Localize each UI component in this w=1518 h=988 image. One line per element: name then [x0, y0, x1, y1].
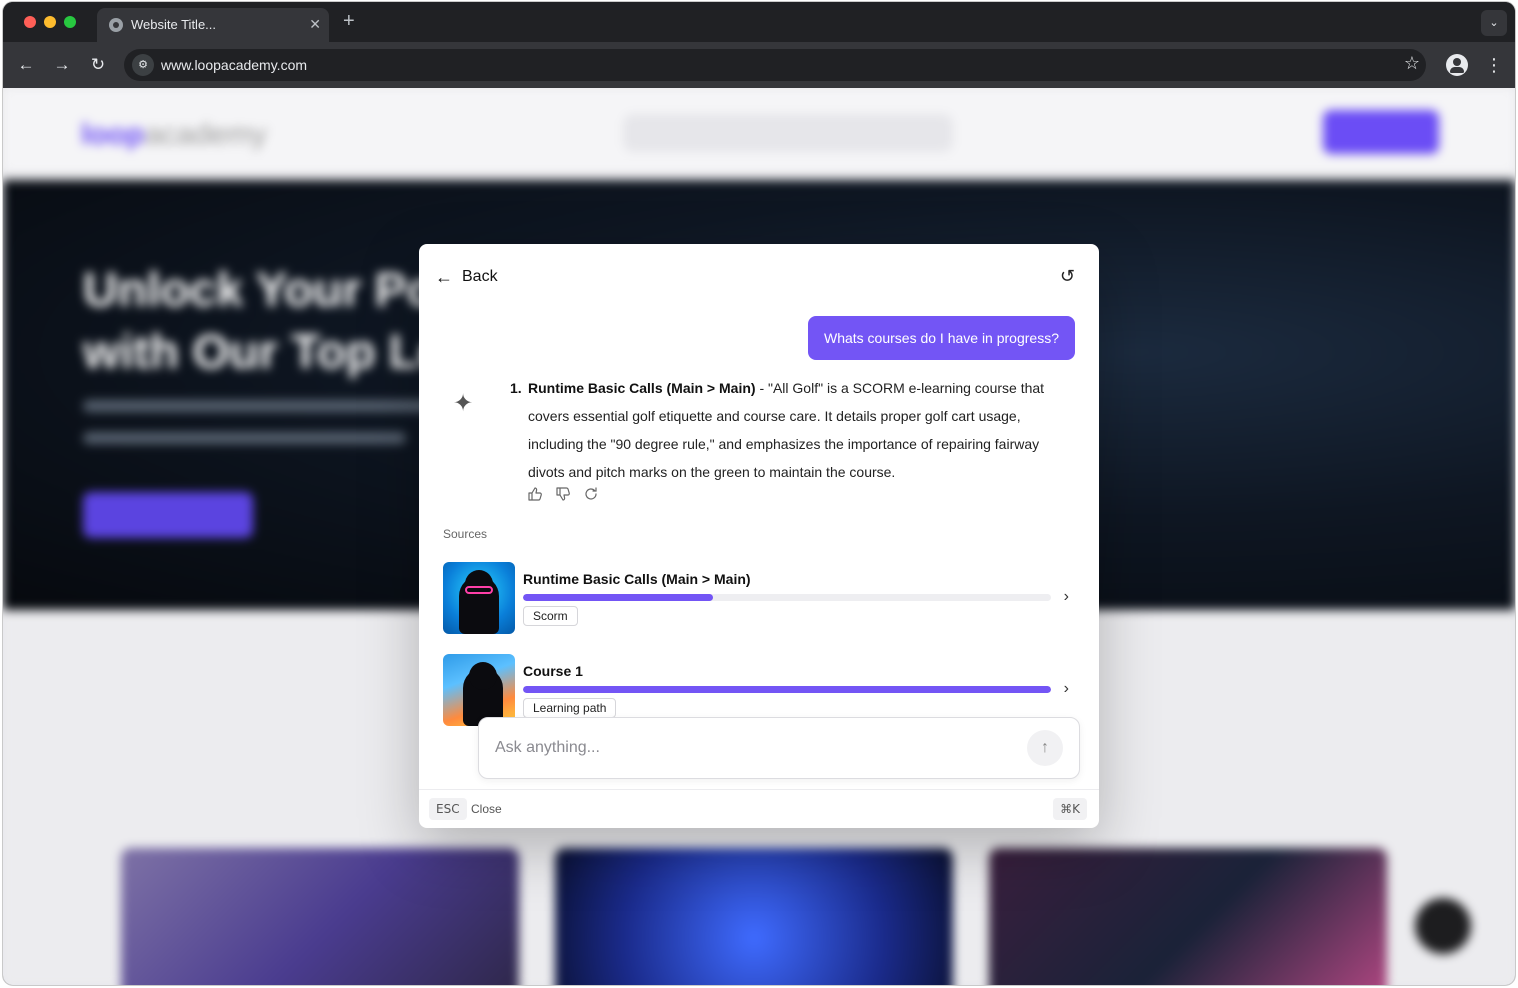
- tab-strip: Website Title... ✕ + ⌄: [3, 2, 1515, 42]
- sparkle-icon: ✦: [453, 390, 474, 417]
- course-thumbnail: [443, 562, 515, 634]
- site-header: loop academy: [3, 88, 1515, 172]
- answer-list-number: 1.: [510, 380, 522, 396]
- hero-title-line-2: with Our Top Le: [83, 326, 445, 379]
- chevron-right-icon[interactable]: ›: [1064, 680, 1069, 698]
- hero-title-line-1: Unlock Your Pot: [83, 264, 452, 317]
- send-arrow-icon[interactable]: ↑: [1027, 730, 1063, 766]
- progress-fill: [523, 686, 1051, 693]
- profile-avatar-icon[interactable]: [1446, 54, 1468, 76]
- new-tab-button[interactable]: +: [343, 11, 355, 31]
- chevron-right-icon[interactable]: ›: [1064, 588, 1069, 606]
- hero-cta-button: [83, 492, 253, 538]
- feedback-actions: [527, 486, 599, 502]
- maximize-window-button[interactable]: [64, 16, 76, 28]
- browser-tab[interactable]: Website Title... ✕: [97, 8, 329, 42]
- close-label[interactable]: Close: [471, 802, 502, 816]
- source-title: Course 1: [523, 663, 583, 679]
- source-type-badge: Learning path: [523, 698, 617, 718]
- reset-chat-icon[interactable]: ↺: [1060, 266, 1075, 286]
- browser-window: Website Title... ✕ + ⌄ ← → ↻ ⚙ www.loopa…: [3, 2, 1515, 985]
- regenerate-icon[interactable]: [583, 486, 599, 502]
- source-item[interactable]: Runtime Basic Calls (Main > Main) Scorm …: [443, 562, 1075, 634]
- thumbs-up-icon[interactable]: [527, 486, 543, 502]
- address-bar[interactable]: ⚙ www.loopacademy.com ☆: [124, 49, 1426, 81]
- tab-search-button[interactable]: ⌄: [1481, 10, 1507, 36]
- course-thumbnail: [443, 654, 515, 726]
- site-logo: loop: [81, 118, 145, 151]
- site-logo-secondary: academy: [145, 118, 267, 151]
- thumbs-down-icon[interactable]: [555, 486, 571, 502]
- course-card: [121, 848, 519, 985]
- page-viewport: loop academy Unlock Your Pot with Our To…: [3, 88, 1515, 985]
- esc-key-hint[interactable]: ESC: [429, 798, 467, 820]
- reload-button[interactable]: ↻: [87, 54, 109, 76]
- course-card: [555, 848, 953, 985]
- progress-bar: [523, 594, 1051, 601]
- minimize-window-button[interactable]: [44, 16, 56, 28]
- forward-button[interactable]: →: [51, 54, 73, 76]
- bookmark-star-icon[interactable]: ☆: [1404, 53, 1420, 74]
- site-login-button: [1323, 110, 1439, 154]
- tab-close-icon[interactable]: ✕: [309, 15, 321, 33]
- source-item[interactable]: Course 1 Learning path ›: [443, 654, 1075, 726]
- browser-menu-icon[interactable]: ⋮: [1485, 54, 1503, 76]
- arrow-left-icon: ←: [435, 267, 453, 287]
- source-title: Runtime Basic Calls (Main > Main): [523, 571, 751, 587]
- site-info-icon[interactable]: ⚙: [132, 54, 154, 76]
- url-text[interactable]: www.loopacademy.com: [161, 57, 307, 73]
- progress-fill: [523, 594, 714, 601]
- floating-chat-button: [1415, 898, 1471, 954]
- answer-course-title: Runtime Basic Calls (Main > Main): [528, 380, 756, 396]
- course-card: [989, 848, 1387, 985]
- hero-title: Unlock Your Pot with Our Top Le: [83, 260, 452, 384]
- ask-box: ↑: [478, 717, 1080, 779]
- source-type-badge: Scorm: [523, 606, 578, 626]
- modal-footer: ESC Close ⌘K: [419, 789, 1099, 828]
- progress-bar: [523, 686, 1051, 693]
- back-button[interactable]: ← Back: [435, 266, 498, 288]
- site-search-input: [623, 114, 953, 152]
- back-label: Back: [462, 268, 498, 285]
- close-window-button[interactable]: [24, 16, 36, 28]
- ai-answer: 1. Runtime Basic Calls (Main > Main) - "…: [510, 374, 1078, 486]
- sources-label: Sources: [443, 527, 488, 541]
- browser-toolbar: ← → ↻ ⚙ www.loopacademy.com ☆ ⋮: [3, 42, 1515, 88]
- ask-input[interactable]: [495, 735, 995, 761]
- hero-subtitle: [83, 400, 463, 460]
- user-message: Whats courses do I have in progress?: [807, 316, 1075, 360]
- shortcut-hint: ⌘K: [1053, 798, 1087, 820]
- chrome-favicon-icon: [109, 18, 123, 32]
- tab-title: Website Title...: [131, 17, 217, 32]
- answer-body: Runtime Basic Calls (Main > Main) - "All…: [510, 374, 1078, 486]
- ai-chat-modal: ← Back ↺ Whats courses do I have in prog…: [419, 244, 1099, 828]
- back-button[interactable]: ←: [15, 54, 37, 76]
